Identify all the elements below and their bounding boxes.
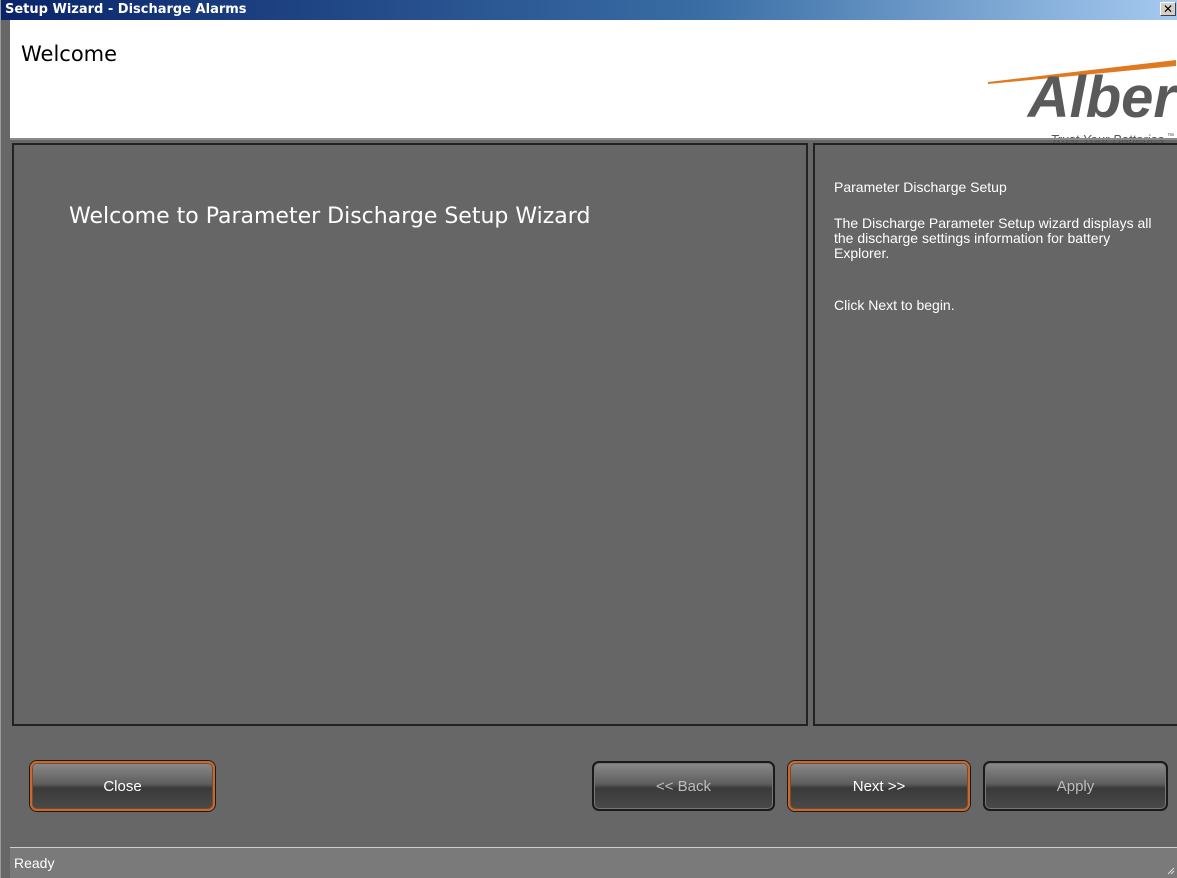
window-title: Setup Wizard - Discharge Alarms bbox=[5, 2, 247, 17]
status-bar: Ready bbox=[10, 847, 1177, 878]
status-text: Ready bbox=[14, 855, 55, 871]
header-separator bbox=[10, 138, 1177, 140]
alber-logo: Alber Trust Your Batteries ™ bbox=[988, 60, 1177, 147]
logo-wordmark: Alber bbox=[1026, 65, 1177, 130]
info-heading: Parameter Discharge Setup bbox=[834, 179, 1007, 195]
next-button[interactable]: Next >> bbox=[788, 761, 970, 811]
wizard-window: Setup Wizard - Discharge Alarms ✕ Welcom… bbox=[0, 0, 1177, 878]
info-description: The Discharge Parameter Setup wizard dis… bbox=[834, 215, 1152, 261]
welcome-heading: Welcome to Parameter Discharge Setup Wiz… bbox=[69, 204, 591, 229]
wizard-header: Welcome Alber Trust Your Batteries ™ bbox=[10, 20, 1177, 147]
info-instruction: Click Next to begin. bbox=[834, 297, 955, 313]
back-button[interactable]: << Back bbox=[592, 761, 775, 811]
page-title: Welcome bbox=[21, 42, 118, 66]
title-bar[interactable]: Setup Wizard - Discharge Alarms ✕ bbox=[1, 0, 1177, 20]
resize-grip-icon[interactable] bbox=[1165, 865, 1175, 875]
close-button[interactable]: Close bbox=[30, 761, 215, 811]
wizard-content-panel: Welcome to Parameter Discharge Setup Wiz… bbox=[12, 143, 808, 726]
apply-button[interactable]: Apply bbox=[983, 761, 1168, 811]
close-window-icon[interactable]: ✕ bbox=[1160, 2, 1176, 16]
info-panel: Parameter Discharge Setup The Discharge … bbox=[813, 143, 1177, 726]
